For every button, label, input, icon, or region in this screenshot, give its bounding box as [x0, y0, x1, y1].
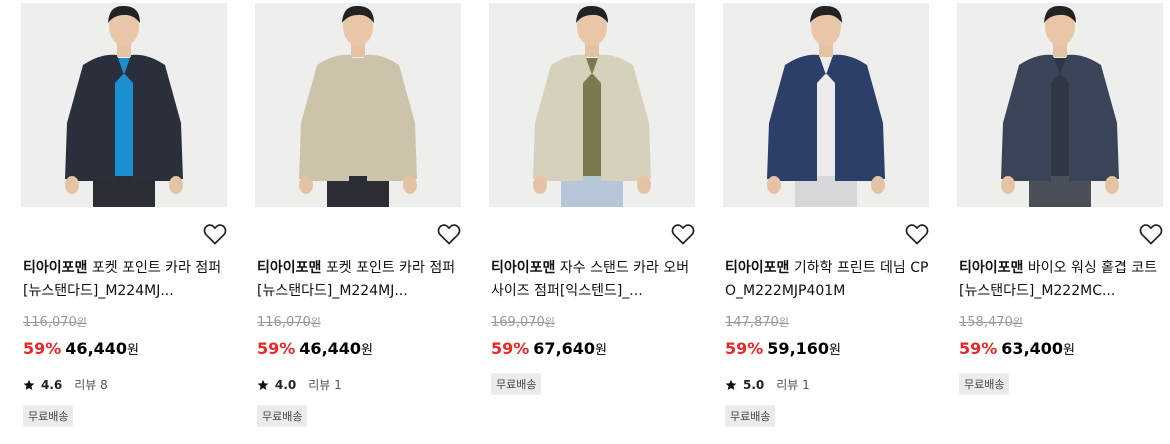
right-hand	[871, 176, 885, 194]
product-card[interactable]: 티아이포맨 포켓 포인트 카라 점퍼[뉴스탠다드]_M224MJ... 116,…	[255, 0, 461, 444]
price-value: 46,440	[299, 339, 362, 358]
wishlist-heart-icon[interactable]	[1139, 223, 1163, 245]
price-value: 59,160	[767, 339, 830, 358]
free-shipping-badge: 무료배송	[491, 373, 542, 395]
discount-rate: 59%	[491, 339, 530, 358]
original-price: 169,070원	[491, 315, 555, 330]
discount-rate: 59%	[959, 339, 998, 358]
star-icon	[23, 379, 35, 390]
product-grid: 티아이포맨 포켓 포인트 카라 점퍼[뉴스탠다드]_M224MJ... 116,…	[0, 0, 1170, 444]
product-title[interactable]: 티아이포맨 포켓 포인트 카라 점퍼[뉴스탠다드]_M224MJ...	[257, 257, 463, 303]
product-brand: 티아이포맨	[959, 260, 1024, 276]
model-photo	[723, 3, 929, 207]
original-price: 116,070원	[257, 315, 321, 330]
rating-row: 4.0 리뷰 1	[257, 376, 342, 393]
product-image[interactable]	[723, 3, 929, 207]
free-shipping-badge: 무료배송	[257, 405, 308, 427]
free-shipping-badge: 무료배송	[725, 405, 776, 427]
price-value: 67,640	[533, 339, 596, 358]
product-brand: 티아이포맨	[725, 260, 790, 276]
sale-price: 59% 59,160원	[725, 339, 842, 358]
model-photo	[489, 3, 695, 207]
product-title[interactable]: 티아이포맨 자수 스탠드 카라 오버 사이즈 점퍼[익스텐드]_...	[491, 257, 697, 303]
review-count: 리뷰 8	[74, 378, 108, 392]
original-price: 116,070원	[23, 315, 87, 330]
product-image[interactable]	[21, 3, 227, 207]
model-photo	[255, 3, 461, 207]
product-brand: 티아이포맨	[257, 260, 322, 276]
wishlist-heart-icon[interactable]	[905, 223, 929, 245]
product-brand: 티아이포맨	[23, 260, 88, 276]
original-price: 147,870원	[725, 315, 789, 330]
wishlist-heart-icon[interactable]	[203, 223, 227, 245]
rating-score: 5.0	[743, 377, 765, 392]
right-hand	[403, 176, 417, 194]
rating-row: 5.0 리뷰 1	[725, 376, 810, 393]
sale-price: 59% 46,440원	[257, 339, 374, 358]
model-photo	[957, 3, 1163, 207]
wishlist-heart-icon[interactable]	[437, 223, 461, 245]
original-price: 158,470원	[959, 315, 1023, 330]
product-card[interactable]: 티아이포맨 바이오 워싱 홑겹 코트[뉴스탠다드]_M222MC... 158,…	[957, 0, 1163, 444]
product-image[interactable]	[489, 3, 695, 207]
sale-price: 59% 46,440원	[23, 339, 140, 358]
review-count: 리뷰 1	[308, 378, 342, 392]
discount-rate: 59%	[23, 339, 62, 358]
product-title[interactable]: 티아이포맨 바이오 워싱 홑겹 코트[뉴스탠다드]_M222MC...	[959, 257, 1165, 303]
price-value: 46,440	[65, 339, 128, 358]
product-image[interactable]	[957, 3, 1163, 207]
left-hand	[767, 176, 781, 194]
product-title[interactable]: 티아이포맨 기하학 프린트 데님 CPO_M222MJP401M	[725, 257, 931, 303]
sale-price: 59% 63,400원	[959, 339, 1076, 358]
rating-score: 4.6	[41, 377, 63, 392]
model-photo	[21, 3, 227, 207]
rating-row: 4.6 리뷰 8	[23, 376, 108, 393]
product-card[interactable]: 티아이포맨 기하학 프린트 데님 CPO_M222MJP401M 147,870…	[723, 0, 929, 444]
rating-score: 4.0	[275, 377, 297, 392]
product-brand: 티아이포맨	[491, 260, 556, 276]
discount-rate: 59%	[725, 339, 764, 358]
sale-price: 59% 67,640원	[491, 339, 608, 358]
right-hand	[637, 176, 651, 194]
right-hand	[169, 176, 183, 194]
product-image[interactable]	[255, 3, 461, 207]
product-card[interactable]: 티아이포맨 포켓 포인트 카라 점퍼[뉴스탠다드]_M224MJ... 116,…	[21, 0, 227, 444]
wishlist-heart-icon[interactable]	[671, 223, 695, 245]
product-title[interactable]: 티아이포맨 포켓 포인트 카라 점퍼[뉴스탠다드]_M224MJ...	[23, 257, 229, 303]
left-hand	[1001, 176, 1015, 194]
left-hand	[533, 176, 547, 194]
left-hand	[299, 176, 313, 194]
review-count: 리뷰 1	[776, 378, 810, 392]
star-icon	[257, 379, 269, 390]
product-card[interactable]: 티아이포맨 자수 스탠드 카라 오버 사이즈 점퍼[익스텐드]_... 169,…	[489, 0, 695, 444]
star-icon	[725, 379, 737, 390]
right-hand	[1105, 176, 1119, 194]
price-value: 63,400	[1001, 339, 1064, 358]
free-shipping-badge: 무료배송	[23, 405, 74, 427]
left-hand	[65, 176, 79, 194]
discount-rate: 59%	[257, 339, 296, 358]
free-shipping-badge: 무료배송	[959, 373, 1010, 395]
